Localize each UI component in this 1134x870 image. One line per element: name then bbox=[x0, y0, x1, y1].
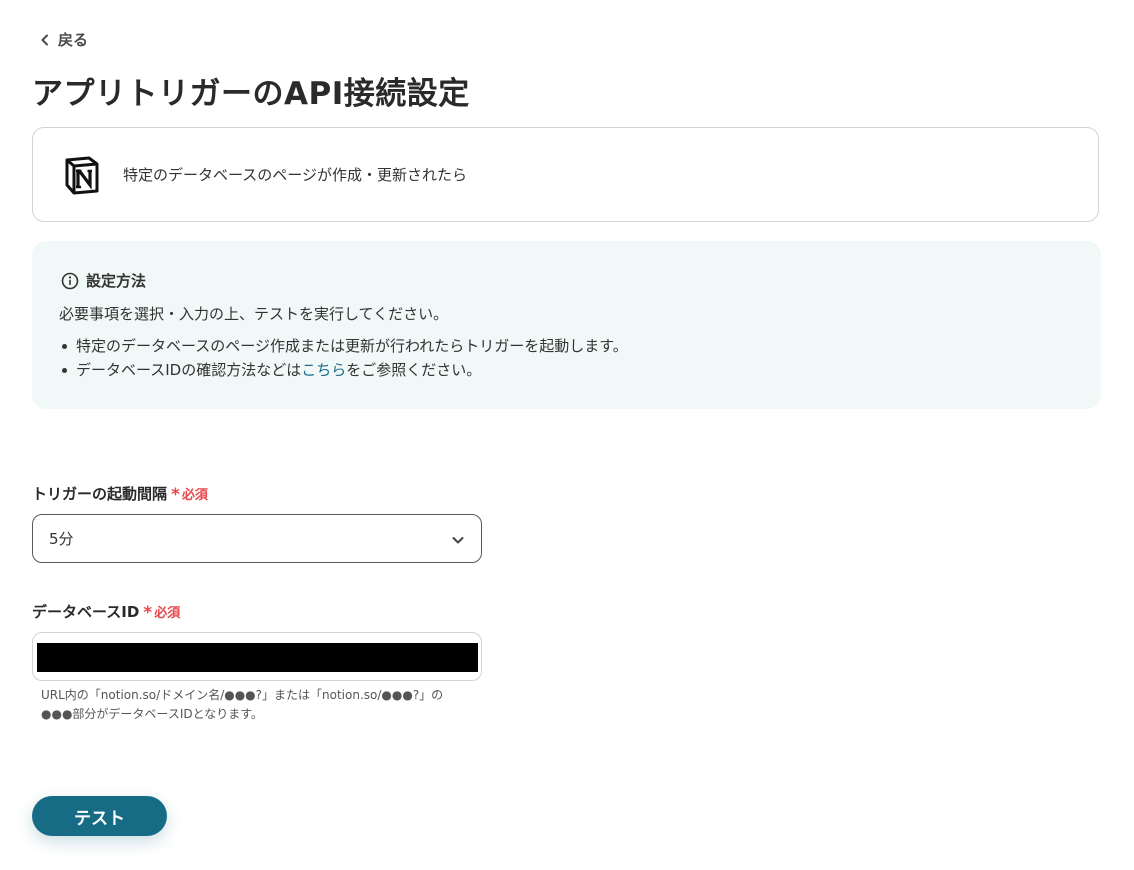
info-intro: 必要事項を選択・入力の上、テストを実行してください。 bbox=[59, 305, 449, 323]
required-text: 必須 bbox=[154, 606, 181, 621]
database-id-label: データベースID * 必須 bbox=[32, 601, 180, 622]
test-button[interactable]: テスト bbox=[32, 796, 167, 836]
chevron-down-icon bbox=[452, 537, 464, 544]
interval-label: トリガーの起動間隔 * 必須 bbox=[32, 483, 208, 504]
list-item-text: をご参照ください。 bbox=[346, 361, 482, 379]
trigger-description: 特定のデータベースのページが作成・更新されたら bbox=[123, 166, 467, 184]
back-link-label: 戻る bbox=[58, 31, 89, 49]
helper-line: URL内の「notion.so/ドメイン名/●●●?」または「notion.so… bbox=[41, 688, 444, 702]
info-title-text: 設定方法 bbox=[86, 272, 147, 290]
reference-link[interactable]: こちら bbox=[301, 361, 346, 379]
chevron-left-icon bbox=[41, 34, 48, 45]
required-badge: * 必須 bbox=[171, 484, 208, 505]
notion-logo-icon bbox=[65, 156, 99, 195]
required-asterisk: * bbox=[171, 485, 180, 505]
page-title: アプリトリガーのAPI接続設定 bbox=[32, 76, 470, 112]
database-id-field-wrapper bbox=[32, 632, 482, 681]
interval-select-value: 5分 bbox=[49, 530, 74, 548]
database-id-helper: URL内の「notion.so/ドメイン名/●●●?」または「notion.so… bbox=[41, 686, 443, 724]
database-id-field[interactable] bbox=[37, 643, 478, 672]
database-id-label-text: データベースID bbox=[32, 603, 140, 621]
back-link[interactable]: 戻る bbox=[38, 29, 88, 50]
info-title: 設定方法 bbox=[61, 270, 146, 291]
interval-label-text: トリガーの起動間隔 bbox=[32, 485, 168, 503]
interval-select[interactable]: 5分 bbox=[32, 514, 482, 563]
info-list: 特定のデータベースのページ作成または更新が行われたらトリガーを起動します。 デー… bbox=[59, 336, 628, 384]
required-badge: * 必須 bbox=[143, 602, 181, 623]
list-item-text: データベースIDの確認方法などは bbox=[76, 361, 302, 379]
list-item: 特定のデータベースのページ作成または更新が行われたらトリガーを起動します。 bbox=[59, 336, 628, 360]
list-item-text: 特定のデータベースのページ作成または更新が行われたらトリガーを起動します。 bbox=[76, 337, 628, 355]
required-text: 必須 bbox=[181, 488, 208, 503]
required-asterisk: * bbox=[143, 603, 153, 623]
list-item: データベースIDの確認方法などはこちらをご参照ください。 bbox=[59, 360, 628, 384]
helper-line: ●●●部分がデータベースIDとなります。 bbox=[41, 707, 264, 721]
info-icon bbox=[61, 272, 79, 289]
